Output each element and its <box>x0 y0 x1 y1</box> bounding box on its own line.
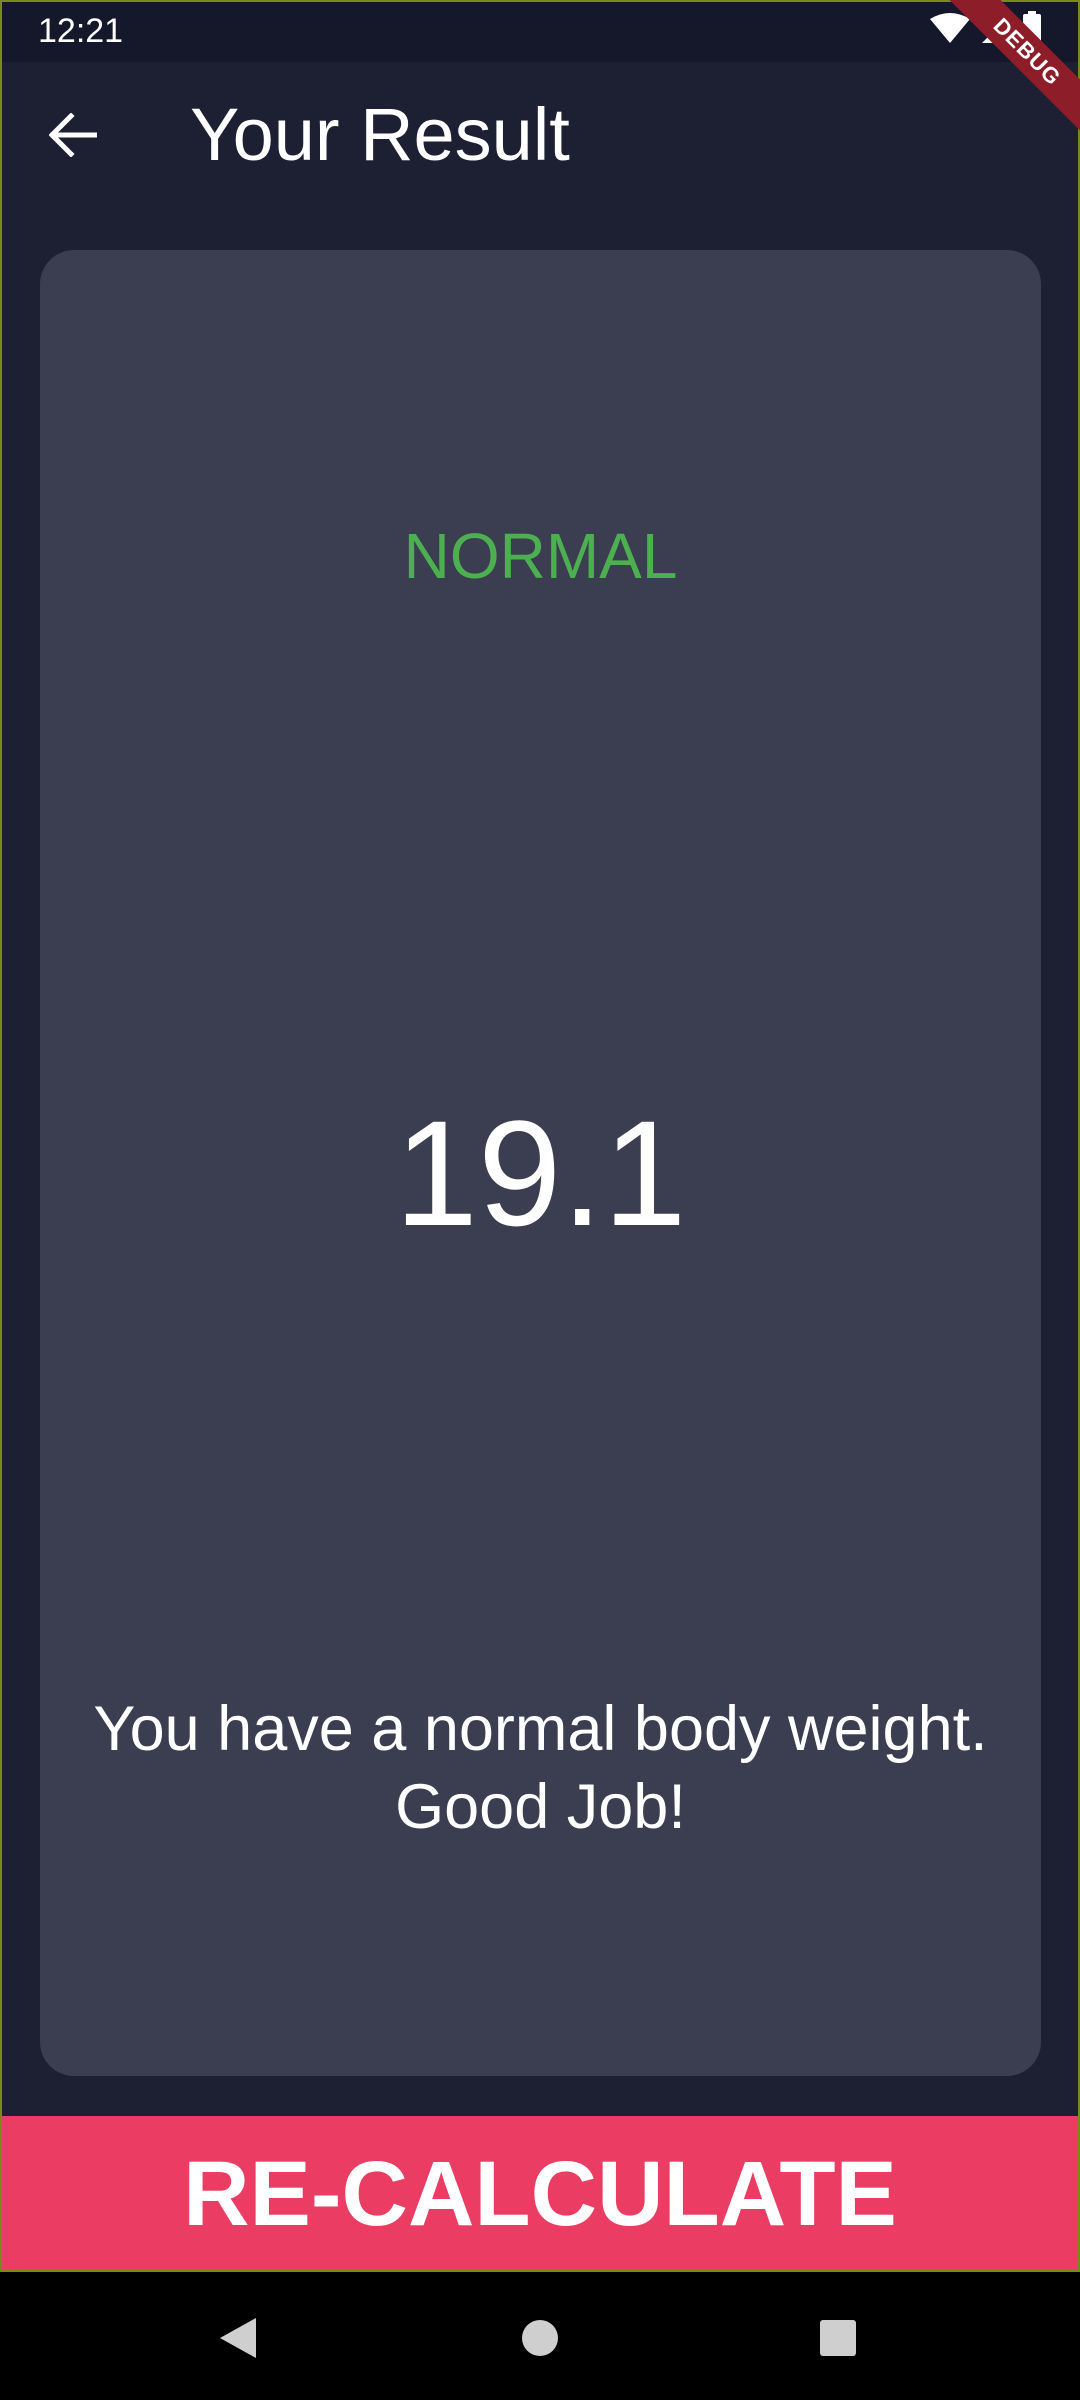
recents-square-icon <box>819 2319 857 2362</box>
result-card: NORMAL 19.1 You have a normal body weigh… <box>40 250 1041 2076</box>
back-button[interactable] <box>36 100 110 174</box>
status-time: 12:21 <box>38 12 124 50</box>
nav-home-button[interactable] <box>510 2310 570 2370</box>
result-message: You have a normal body weight. Good Job! <box>93 1694 988 1842</box>
system-nav-bar <box>0 2272 1080 2400</box>
result-status-label: NORMAL <box>403 520 678 592</box>
recalculate-button[interactable]: RE-CALCULATE <box>0 2116 1080 2272</box>
bmi-value: 19.1 <box>394 1089 687 1257</box>
home-circle-icon <box>520 2318 560 2363</box>
wifi-icon <box>930 12 970 50</box>
result-screen: 12:21 DEBUG Your Result NORMAL 19.1 You … <box>0 0 1080 2400</box>
page-title: Your Result <box>190 93 570 176</box>
nav-recents-button[interactable] <box>808 2310 868 2370</box>
arrow-back-icon <box>48 111 98 162</box>
app-bar: Your Result <box>0 62 1080 210</box>
back-triangle-icon <box>218 2316 258 2365</box>
status-bar: 12:21 <box>0 0 1080 62</box>
nav-back-button[interactable] <box>208 2310 268 2370</box>
